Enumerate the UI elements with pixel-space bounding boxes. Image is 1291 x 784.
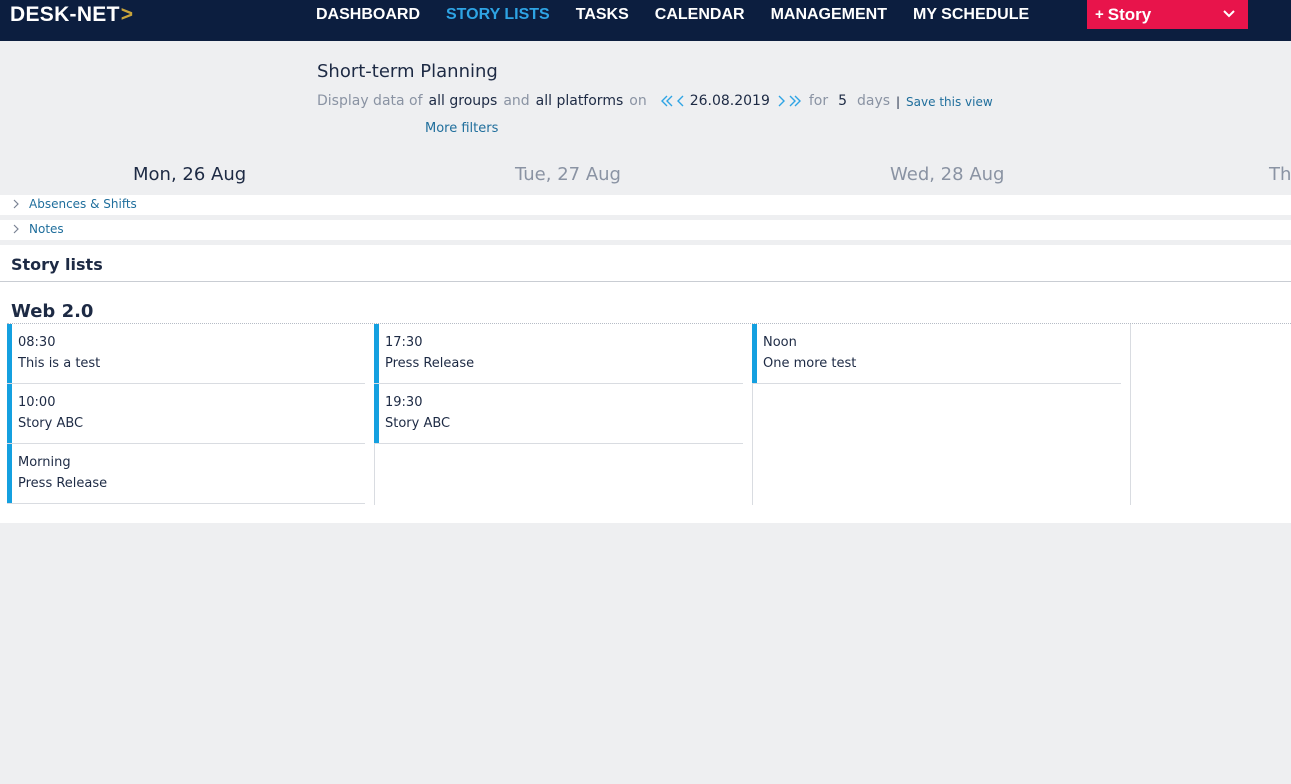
nav-tasks[interactable]: TASKS — [576, 6, 629, 24]
story-title: One more test — [763, 356, 857, 371]
story-card[interactable]: Noon One more test — [752, 324, 1121, 384]
filter-row: Display data of all groups and all platf… — [317, 93, 890, 109]
filter-display-label: Display data of — [317, 93, 423, 109]
story-time: 08:30 — [18, 335, 56, 350]
card-accent — [7, 324, 12, 383]
story-card[interactable]: 08:30 This is a test — [7, 324, 365, 384]
logo-text: DESK-NET — [10, 3, 120, 26]
date-value[interactable]: 26.08.2019 — [690, 93, 770, 109]
card-accent — [752, 324, 757, 383]
story-time: 10:00 — [18, 395, 56, 410]
card-accent — [7, 384, 12, 443]
story-title: Press Release — [385, 356, 475, 371]
filter-days-label: days — [857, 93, 891, 109]
story-lists-panel: Story lists Web 2.0 08:30 This is a test… — [0, 245, 1291, 523]
save-view-label: Save this view — [906, 95, 993, 109]
groups-filter[interactable]: all groups — [429, 93, 498, 109]
more-filters-link[interactable]: More filters — [425, 121, 498, 136]
nav-calendar[interactable]: CALENDAR — [655, 6, 745, 24]
double-chevron-right-icon[interactable] — [789, 94, 801, 108]
filter-and-label: and — [503, 93, 530, 109]
story-card[interactable]: Morning Press Release — [7, 444, 365, 504]
chevron-right-icon — [13, 224, 19, 234]
chevron-right-icon — [13, 199, 19, 209]
story-card[interactable]: 19:30 Story ABC — [374, 384, 743, 444]
platforms-filter[interactable]: all platforms — [536, 93, 624, 109]
day-header-tue: Tue, 27 Aug — [515, 164, 621, 185]
story-time: 19:30 — [385, 395, 423, 410]
nav-story-lists[interactable]: STORY LISTS — [446, 6, 550, 24]
separator: | — [896, 95, 901, 109]
notes-section[interactable]: Notes — [0, 220, 1291, 240]
story-card[interactable]: 17:30 Press Release — [374, 324, 743, 384]
story-card[interactable]: 10:00 Story ABC — [7, 384, 365, 444]
chevron-down-icon[interactable] — [1222, 7, 1236, 21]
main-nav: DASHBOARD STORY LISTS TASKS CALENDAR MAN… — [316, 0, 1055, 30]
story-title: This is a test — [18, 356, 101, 371]
story-time: Noon — [763, 335, 797, 350]
day-header-thu: Th — [1269, 164, 1291, 185]
filter-for-label: for — [808, 93, 829, 109]
card-accent — [374, 384, 379, 443]
add-story-label: Story — [1107, 4, 1152, 24]
divider — [0, 281, 1291, 282]
nav-management[interactable]: MANAGEMENT — [771, 6, 887, 24]
chevron-right-icon[interactable] — [778, 94, 785, 108]
day-header-mon: Mon, 26 Aug — [133, 164, 247, 185]
story-title: Press Release — [18, 476, 108, 491]
story-lists-title: Story lists — [11, 255, 103, 274]
card-accent — [7, 444, 12, 503]
story-time: Morning — [18, 455, 71, 470]
chevron-left-icon[interactable] — [676, 94, 684, 108]
day-header-wed: Wed, 28 Aug — [890, 164, 1005, 185]
add-story-button[interactable]: + Story — [1087, 0, 1248, 29]
story-title: Story ABC — [18, 416, 84, 431]
column-separator — [1130, 324, 1131, 505]
double-chevron-left-icon[interactable] — [660, 94, 673, 108]
story-time: 17:30 — [385, 335, 423, 350]
group-title: Web 2.0 — [11, 301, 94, 322]
nav-my-schedule[interactable]: MY SCHEDULE — [913, 6, 1029, 24]
filter-on-label: on — [629, 93, 647, 109]
page-title: Short-term Planning — [317, 61, 498, 82]
absences-shifts-section[interactable]: Absences & Shifts — [0, 195, 1291, 215]
logo-chevron-icon: > — [120, 3, 134, 26]
days-count-input[interactable]: 5 — [838, 93, 847, 109]
save-view-link[interactable]: | Save this view — [896, 95, 993, 109]
desk-net-logo[interactable]: DESK-NET> — [10, 3, 133, 27]
absences-shifts-label[interactable]: Absences & Shifts — [29, 197, 137, 211]
story-title: Story ABC — [385, 416, 451, 431]
card-accent — [374, 324, 379, 383]
top-nav-bar: DESK-NET> DASHBOARD STORY LISTS TASKS CA… — [0, 0, 1291, 41]
notes-label[interactable]: Notes — [29, 222, 64, 236]
nav-dashboard[interactable]: DASHBOARD — [316, 6, 420, 24]
plus-icon: + — [1095, 6, 1104, 23]
